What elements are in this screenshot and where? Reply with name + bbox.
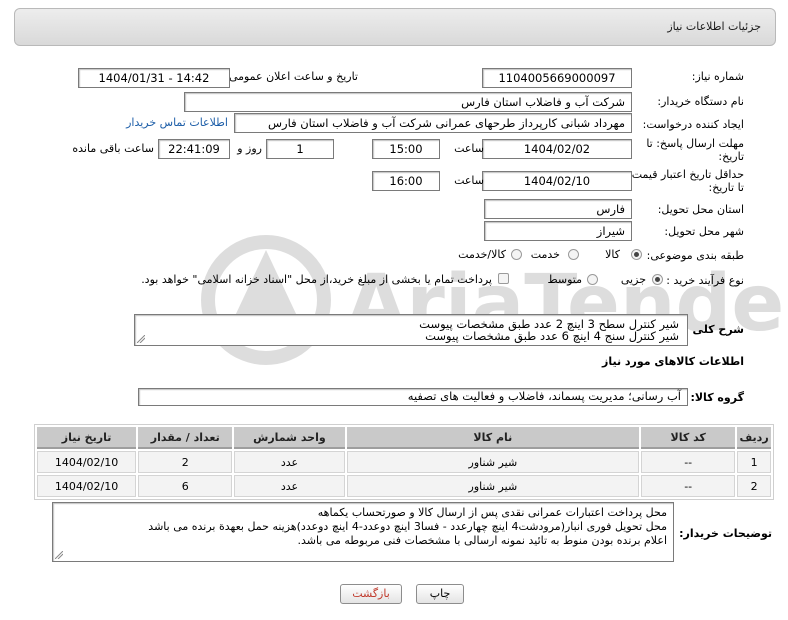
delivery-province-field: فارس	[484, 199, 632, 219]
panel-title: جزئیات اطلاعات نیاز	[667, 20, 761, 33]
purchase-radio-partial[interactable]	[652, 274, 663, 285]
delivery-city-label: شهر محل تحویل:	[664, 225, 744, 238]
quantity-cell: 6	[138, 475, 233, 497]
days-label: روز و	[237, 142, 262, 155]
requester-field: مهرداد شبانی کارپرداز طرحهای عمرانی شرکت…	[234, 113, 632, 133]
goods-name-cell: شیر شناور	[346, 475, 640, 497]
need-date-cell: 1404/02/10	[37, 451, 137, 473]
reply-deadline-date: 1404/02/02	[482, 139, 632, 159]
purchase-radio-medium[interactable]	[587, 274, 598, 285]
goods-name-cell: شیر شناور	[346, 451, 640, 473]
reply-deadline-time: 15:00	[372, 139, 440, 159]
purchase-type-label: نوع فرآیند خرید :	[666, 274, 744, 287]
col-unit: واحد شمارش	[234, 427, 345, 449]
reply-days-field: 1	[266, 139, 334, 159]
reply-time-label: ساعت	[454, 142, 484, 155]
need-number-label: شماره نیاز:	[691, 70, 744, 83]
details-header-panel: جزئیات اطلاعات نیاز	[14, 8, 776, 46]
resize-grip-icon[interactable]	[55, 551, 63, 559]
delivery-city-field: شیراز	[484, 221, 632, 241]
goods-group-label: گروه کالا:	[690, 391, 744, 404]
price-validity-date: 1404/02/10	[482, 171, 632, 191]
goods-table: ردیف کد کالا نام کالا واحد شمارش تعداد /…	[34, 424, 774, 500]
category-radio-service[interactable]	[568, 249, 579, 260]
treasury-note: پرداخت تمام یا بخشی از مبلغ خرید،از محل …	[141, 273, 492, 286]
overall-desc-line-2: شیر کنترل سنج 4 اینچ 6 عدد طبق مشخصات پی…	[425, 329, 679, 343]
category-radio-goods-service[interactable]	[511, 249, 522, 260]
buyer-notes-line-1: محل پرداخت اعتبارات عمرانی نقدی پس از ار…	[317, 506, 667, 519]
row-number-cell: 1	[737, 451, 771, 473]
table-row: 2 -- شیر شناور عدد 6 1404/02/10	[37, 475, 771, 497]
resize-grip-icon[interactable]	[137, 335, 145, 343]
price-validity-label-2: تا تاریخ:	[708, 181, 744, 194]
buyer-notes-label: توضیحات خریدار:	[679, 527, 772, 540]
goods-code-cell: --	[641, 451, 736, 473]
buyer-notes-field: محل پرداخت اعتبارات عمرانی نقدی پس از ار…	[52, 502, 674, 562]
announce-date-label: تاریخ و ساعت اعلان عمومی:	[225, 70, 358, 83]
requester-label: ایجاد کننده درخواست:	[642, 118, 744, 131]
goods-info-title: اطلاعات کالاهای مورد نیاز	[602, 355, 744, 368]
goods-table-header: ردیف کد کالا نام کالا واحد شمارش تعداد /…	[37, 427, 771, 449]
reply-deadline-label-2: تاریخ:	[718, 150, 744, 163]
col-need-date: تاریخ نیاز	[37, 427, 137, 449]
print-button[interactable]: چاپ	[416, 584, 464, 604]
unit-cell: عدد	[234, 475, 345, 497]
col-goods-code: کد کالا	[641, 427, 736, 449]
reply-deadline-label-1: مهلت ارسال پاسخ: تا	[646, 137, 744, 150]
need-date-cell: 1404/02/10	[37, 475, 137, 497]
remaining-time-field: 22:41:09	[158, 139, 230, 159]
back-button[interactable]: بازگشت	[340, 584, 402, 604]
category-option-goods: کالا	[605, 248, 620, 261]
delivery-province-label: استان محل تحویل:	[657, 203, 744, 216]
category-label: طبقه بندی موضوعی:	[646, 249, 744, 262]
col-row-number: ردیف	[737, 427, 771, 449]
buyer-contact-link[interactable]: اطلاعات تماس خریدار	[126, 116, 228, 129]
buyer-notes-line-3: اعلام برنده بودن منوط به تائید نمونه ارس…	[297, 534, 667, 547]
announce-date-field: 1404/01/31 - 14:42	[78, 68, 230, 88]
col-quantity: تعداد / مقدار	[138, 427, 233, 449]
price-validity-time: 16:00	[372, 171, 440, 191]
treasury-checkbox[interactable]	[498, 273, 509, 284]
goods-group-field: آب رسانی؛ مدیریت پسماند، فاضلاب و فعالیت…	[138, 388, 688, 406]
purchase-option-partial: جزیی	[620, 273, 646, 286]
price-validity-label-1: حداقل تاریخ اعتبار قیمت:	[628, 168, 744, 181]
goods-code-cell: --	[641, 475, 736, 497]
col-goods-name: نام کالا	[346, 427, 640, 449]
purchase-option-medium: متوسط	[547, 273, 582, 286]
category-option-service: خدمت	[530, 248, 560, 261]
need-number-field: 1104005669000097	[482, 68, 632, 88]
category-option-goods-service: کالا/خدمت	[458, 248, 506, 261]
remaining-label: ساعت باقی مانده	[72, 142, 154, 155]
quantity-cell: 2	[138, 451, 233, 473]
buyer-org-field: شرکت آب و فاضلاب استان فارس	[184, 92, 632, 112]
table-row: 1 -- شیر شناور عدد 2 1404/02/10	[37, 451, 771, 473]
row-number-cell: 2	[737, 475, 771, 497]
buyer-org-label: نام دستگاه خریدار:	[657, 95, 744, 108]
overall-desc-field: شیر کنترل سطح 3 اینچ 2 عدد طبق مشخصات پی…	[134, 314, 688, 346]
price-validity-time-label: ساعت	[454, 174, 484, 187]
buyer-notes-line-2: محل تحویل فوری انبار(مرودشت4 اینچ چهارعد…	[148, 520, 667, 533]
category-radio-goods[interactable]	[631, 249, 642, 260]
unit-cell: عدد	[234, 451, 345, 473]
